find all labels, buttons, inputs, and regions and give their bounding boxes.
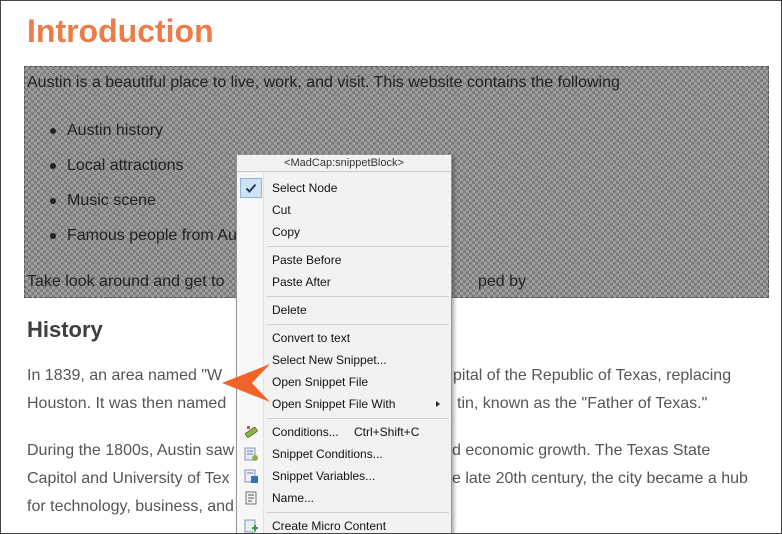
menu-item-convert-to-text[interactable]: Convert to text <box>238 327 450 349</box>
menu-item-select-node[interactable]: Select Node <box>238 177 450 199</box>
para2-line2-start: Capitol and University of Tex <box>27 470 230 487</box>
menu-item-label: Name... <box>272 491 315 505</box>
check-icon <box>240 178 262 198</box>
list-item: Music scene <box>50 191 237 226</box>
menu-item-paste-after[interactable]: Paste After <box>238 271 450 293</box>
name-icon <box>245 491 257 505</box>
snippet-footer-text-end: ped by <box>478 273 527 290</box>
conditions-icon <box>244 426 258 438</box>
para2-line3-start: for technology, business, and <box>27 498 234 515</box>
menu-item-copy[interactable]: Copy <box>238 221 450 243</box>
para1-line1-start: In 1839, an area named "W <box>27 367 223 384</box>
context-menu-header: <MadCap:snippetBlock> <box>237 155 451 172</box>
menu-item-label: Snippet Variables... <box>272 469 376 483</box>
menu-item-shortcut: Ctrl+Shift+C <box>354 425 420 439</box>
menu-item-name[interactable]: Name... <box>238 487 450 509</box>
menu-item-label: Snippet Conditions... <box>272 447 383 461</box>
context-menu: <MadCap:snippetBlock> Select Node Cut Co… <box>236 154 452 533</box>
create-micro-content-icon <box>244 519 258 533</box>
menu-item-delete[interactable]: Delete <box>238 299 450 321</box>
menu-item-label: Create Micro Content <box>272 519 387 533</box>
page-title: Introduction <box>27 13 214 49</box>
menu-separator <box>267 296 449 297</box>
list-item: Famous people from Au <box>50 226 237 261</box>
para1-line2-start: Houston. It was then named <box>27 395 227 412</box>
menu-item-label: Copy <box>272 225 301 239</box>
menu-item-create-micro-content[interactable]: Create Micro Content <box>238 515 450 533</box>
snippet-bullet-list: Austin history Local attractions Music s… <box>50 121 237 261</box>
menu-item-label: Delete <box>272 303 307 317</box>
menu-separator <box>267 418 449 419</box>
snippet-footer-text-start: Take look around and get to <box>27 273 225 290</box>
menu-item-label: Conditions... <box>272 425 339 439</box>
menu-item-label: Convert to text <box>272 331 351 345</box>
section-heading: History <box>27 317 103 342</box>
snippet-intro-text: Austin is a beautiful place to live, wor… <box>27 74 620 91</box>
menu-item-label: Select Node <box>272 181 338 195</box>
menu-item-label: Paste After <box>272 275 331 289</box>
para1-line1-end: pital of the Republic of Texas, replacin… <box>453 367 732 384</box>
para2-line1-start: During the 1800s, Austin saw <box>27 442 235 459</box>
menu-item-label: Paste Before <box>272 253 342 267</box>
menu-item-label: Cut <box>272 203 291 217</box>
editor-frame: Introduction Austin is a beautiful place… <box>0 0 782 534</box>
menu-item-label: Select New Snippet... <box>272 353 387 367</box>
list-item: Austin history <box>50 121 237 156</box>
menu-item-label: Open Snippet File With <box>272 397 396 411</box>
menu-item-label: Open Snippet File <box>272 375 369 389</box>
menu-item-snippet-conditions[interactable]: Snippet Conditions... <box>238 443 450 465</box>
snippet-variables-icon <box>244 469 258 483</box>
menu-separator <box>267 246 449 247</box>
submenu-arrow-icon <box>436 401 440 407</box>
para2-line1-end: d economic growth. The Texas State <box>452 442 711 459</box>
para1-line2-end: tin, known as the "Father of Texas." <box>457 395 708 412</box>
menu-item-paste-before[interactable]: Paste Before <box>238 249 450 271</box>
para2-line2-end: e late 20th century, the city became a h… <box>452 470 748 487</box>
menu-separator <box>267 512 449 513</box>
menu-item-snippet-variables[interactable]: Snippet Variables... <box>238 465 450 487</box>
list-item: Local attractions <box>50 156 237 191</box>
menu-item-cut[interactable]: Cut <box>238 199 450 221</box>
pointer-arrow-icon <box>222 364 270 402</box>
menu-separator <box>267 324 449 325</box>
snippet-conditions-icon <box>244 447 258 461</box>
menu-item-conditions[interactable]: Conditions... Ctrl+Shift+C <box>238 421 450 443</box>
